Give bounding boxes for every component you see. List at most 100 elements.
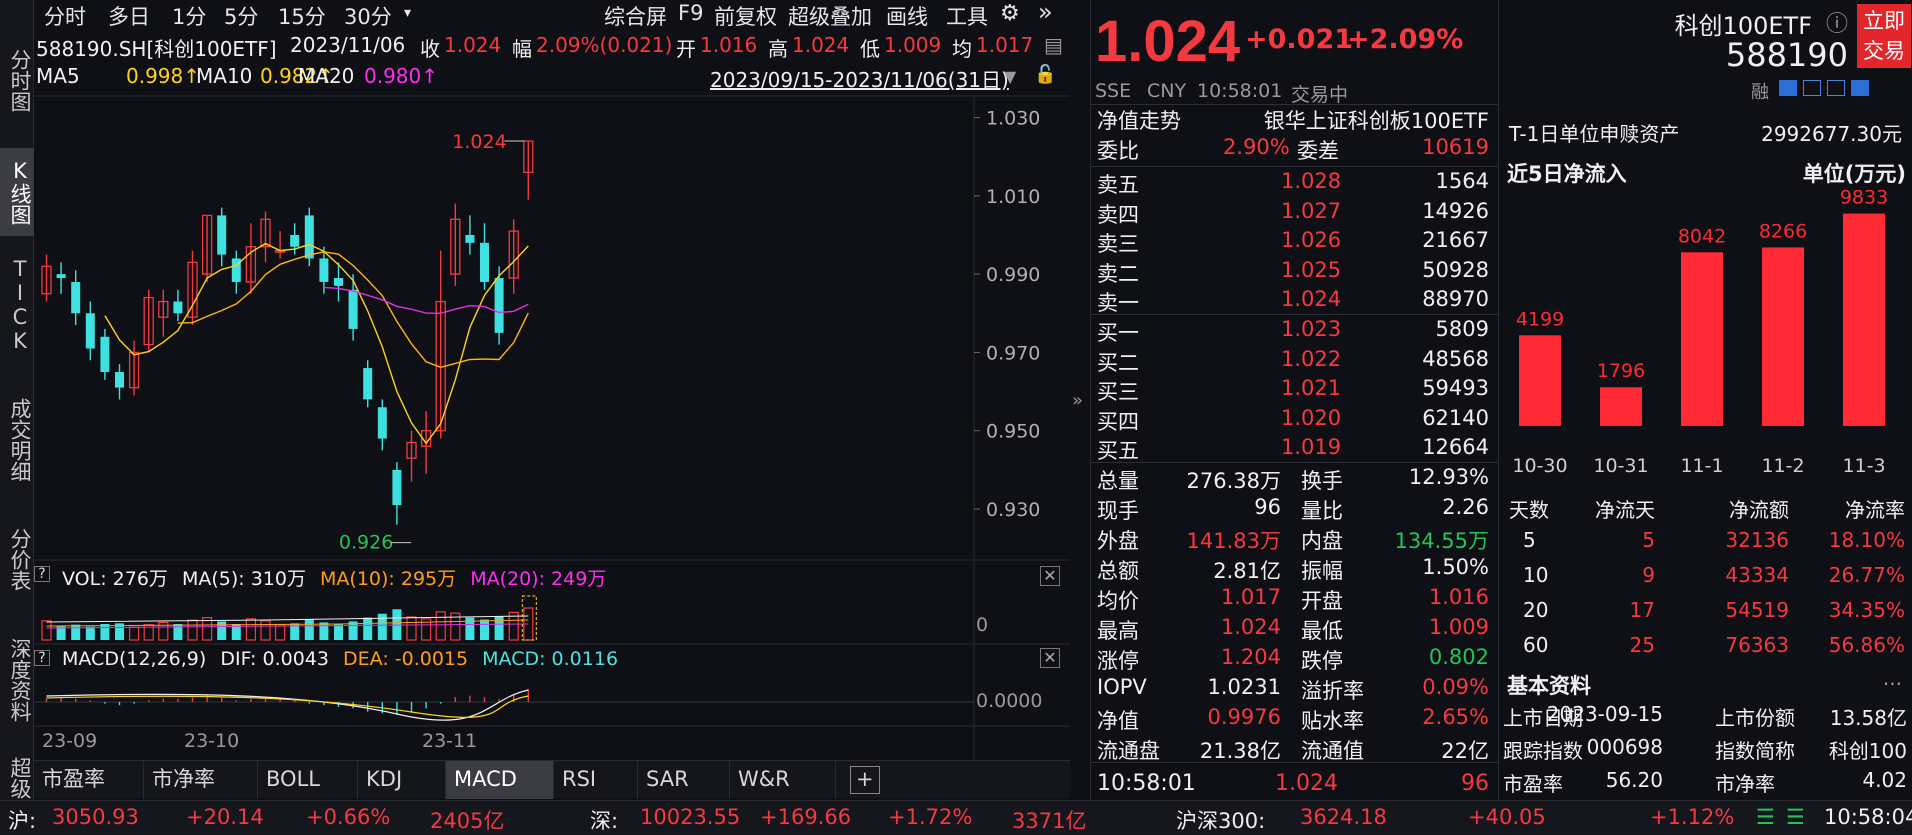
inflow-category-label: 10-31 [1593,455,1648,477]
rail-tab-tick[interactable]: TICK [0,250,34,360]
rail-tab-price-table[interactable]: 分价表 [0,518,34,600]
tab-macd[interactable]: MACD [446,761,554,799]
more-icon[interactable]: ... [1883,666,1902,690]
edit-icon[interactable] [1779,80,1797,96]
flow-title: 近5日净流入 [1507,162,1627,186]
trade-now-button[interactable]: 立即交易 [1857,4,1911,68]
stat-row: IOPV 1.0231 溢折率 0.09% [1091,674,1499,703]
nav-trend-label[interactable]: 净值走势 [1097,105,1181,135]
stat-row: 总量 276.38万 换手 12.93% [1091,464,1499,493]
rail-tab-super[interactable]: 超级 [0,756,34,800]
tab-boll[interactable]: BOLL [258,761,358,799]
ask-level-label: 卖三 [1097,232,1139,257]
add-icon[interactable] [1851,80,1869,96]
stat-value: 96 [1254,495,1281,519]
candle-body-down [56,274,66,279]
tab-kdj[interactable]: KDJ [358,761,446,799]
ask-level-label: 卖四 [1097,202,1139,227]
expand-chevron-icon[interactable]: » [1072,390,1083,411]
stat-value: 2.26 [1442,495,1489,519]
flow-unit: 单位(万元) [1802,162,1906,186]
stat-value: 1.016 [1428,585,1489,609]
market-status-bar: 沪: 3050.93 +20.14 +0.66% 2405亿 深: 10023.… [0,800,1912,834]
volume-bar [435,611,446,641]
ask-level-label: 卖一 [1097,291,1139,316]
basic-label: 市盈率 [1503,772,1563,796]
window-icon[interactable] [1803,80,1821,96]
flow-cell: 34.35% [1828,598,1905,622]
vol-help-icon[interactable]: ? [34,566,50,582]
rail-tab-timeshare[interactable]: 分时图 [0,40,34,120]
tab-pb[interactable]: 市净率 [144,761,258,799]
bid-level-volume: 59493 [1422,376,1489,401]
stat-row: 流通盘 21.38亿 流通值 22亿 [1091,734,1499,763]
bid-level-price: 1.021 [1281,376,1342,401]
tick-price: 1.024 [1275,771,1338,796]
ma5-line [104,242,529,445]
price-tick-label: 1.030 [986,108,1040,130]
ask-level: 卖三 1.026 21667 [1091,227,1499,256]
price-change-pct: +2.09% [1347,24,1464,55]
stat-label: 现手 [1097,499,1139,523]
hs300-label: 沪深300: [1176,809,1266,833]
net-inflow-chart: 4199 10-30 1796 10-31 8042 11-1 8266 11-2 9833 11… [1512,190,1888,477]
candle-body-down [304,215,314,259]
bid-level-volume: 5809 [1435,317,1489,341]
rail-tab-trades[interactable]: 成交明细 [0,384,34,496]
kline-chart-area: 分时 多日 1分 5分 15分 30分 ▾ 综合屏 F9 前复权 超级叠加 画线… [34,0,1070,800]
macd-help-icon[interactable]: ? [34,650,50,666]
volume-bar [128,626,140,641]
tab-wr[interactable]: W&R [730,761,836,799]
stat-row: 现手 96 量比 2.26 [1091,494,1499,523]
candle-body-down [319,258,329,282]
close-vol-icon[interactable]: ✕ [1040,566,1060,586]
stat-value: 0.802 [1428,645,1489,669]
ask-level-volume: 1564 [1435,169,1489,193]
stat-value: 1.009 [1428,615,1489,639]
rail-tab-kline[interactable]: K线图 [0,148,34,236]
stat-value: 2.65% [1422,705,1489,729]
basic-value: 2023-09-15 [1546,702,1663,726]
candle-body-down [334,278,343,286]
inflow-bar [1600,387,1642,426]
stat-label: IOPV [1097,675,1147,699]
stat-value: 1.017 [1220,585,1281,609]
volume-bar [304,619,314,640]
candle-body-down [115,372,124,388]
stat-label: 最低 [1301,619,1343,643]
rail-tab-depth[interactable]: 深度资料 [0,624,34,736]
list-icon[interactable]: ☰ [1756,805,1775,829]
inflow-category-label: 11-3 [1842,455,1885,477]
ask-level-volume: 21667 [1422,228,1489,253]
flow-cell: 5 [1642,528,1655,552]
ask-level-label: 卖二 [1097,261,1139,286]
bid-level-price: 1.020 [1281,405,1342,430]
volume-bar [187,619,198,641]
stat-value: 1.204 [1220,645,1281,669]
close-macd-icon[interactable]: ✕ [1040,648,1060,668]
menu-icon[interactable]: ☰ [1786,805,1805,829]
tab-rsi[interactable]: RSI [554,761,638,799]
tab-sar[interactable]: SAR [638,761,730,799]
info-icon[interactable]: ⓘ [1826,6,1848,38]
candle-body-down [71,281,81,314]
sz-change: +169.66 [760,805,852,829]
chart-icon[interactable] [1827,80,1845,96]
tab-pe[interactable]: 市盈率 [34,761,144,799]
candle-body-down [217,215,227,255]
stat-label: 贴水率 [1301,709,1364,733]
macd-legend: MACD(12,26,9) DIF: 0.0043 DEA: -0.0015 M… [62,648,618,670]
price-tick-label: 0.930 [986,499,1040,521]
clock: 10:58:04 [1824,805,1912,829]
inflow-value-label: 4199 [1516,308,1564,330]
quote-time: 10:58:01 [1197,80,1283,102]
bid-level-label: 买三 [1097,380,1139,405]
stat-value: 141.83万 [1186,529,1281,553]
add-indicator-icon[interactable]: + [850,766,880,794]
stat-label: 总额 [1097,559,1139,583]
wc-label: 委差 [1297,139,1339,163]
stat-label: 最高 [1097,619,1139,643]
flow-cell: 54519 [1725,598,1789,622]
ask-level-price: 1.025 [1281,257,1342,282]
macd-value: MACD: 0.0116 [482,648,619,670]
